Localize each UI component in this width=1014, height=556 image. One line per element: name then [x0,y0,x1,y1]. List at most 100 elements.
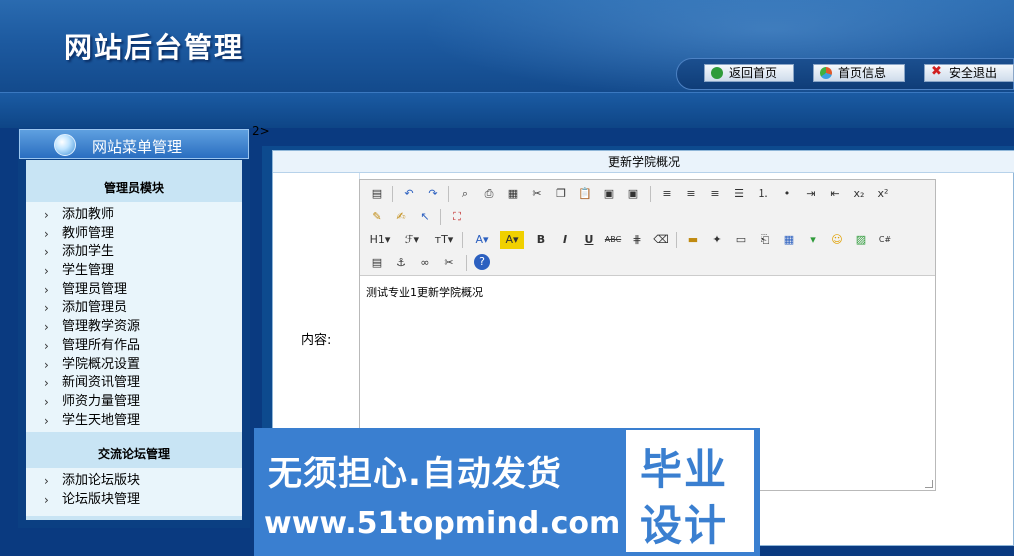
sidebar-body: 管理员模块 添加教师 教师管理 添加学生 学生管理 管理员管理 添加管理员 管理… [26,160,242,520]
panel-title: 更新学院概况 [273,151,1014,173]
menu-item-all-works[interactable]: 管理所有作品 [26,337,242,356]
menu-item-teacher-manage[interactable]: 教师管理 [26,225,242,244]
font-family-icon[interactable]: ℱ▾ [400,231,424,249]
admin-menu-list: 添加教师 教师管理 添加学生 学生管理 管理员管理 添加管理员 管理教学资源 管… [26,202,242,432]
emoticon-icon[interactable]: ☺ [828,231,846,249]
paste-word-icon[interactable]: ▣ [624,185,642,203]
pie-chart-icon [820,67,832,79]
toolbar-separator [448,186,449,202]
header-band [0,92,1014,128]
undo-icon[interactable]: ↶ [400,185,418,203]
homepage-info-label: 首页信息 [838,66,887,80]
toolbar-separator [440,209,441,225]
underline-icon[interactable]: U [580,231,598,249]
strikethrough-icon[interactable]: ABC [604,231,622,249]
insert-flash-icon[interactable]: ✦ [708,231,726,249]
image-manager-icon[interactable]: ▨ [852,231,870,249]
page-break-icon[interactable]: ▤ [368,254,386,272]
table-icon[interactable]: ▦ [780,231,798,249]
watermark-slogan: 无须担心.自动发货 [268,454,562,494]
menu-item-news-manage[interactable]: 新闻资讯管理 [26,374,242,393]
template-icon[interactable]: ▦ [504,185,522,203]
horizontal-line-icon[interactable]: ▾ [804,231,822,249]
toolbar-separator [462,232,463,248]
superscript-icon[interactable]: x² [874,185,892,203]
site-title: 网站后台管理 [64,31,245,64]
align-left-icon[interactable]: ≡ [658,185,676,203]
fullscreen-icon[interactable]: ⛶ [448,208,466,226]
watermark-logo-box: 毕业 设计 [626,430,754,552]
watermark-banner: 无须担心.自动发货 www.51topmind.com 毕业 设计 [254,428,760,556]
watermark-logo-line1: 毕业 [640,445,729,494]
redo-icon[interactable]: ↷ [424,185,442,203]
toolbar-separator [650,186,651,202]
paste-icon[interactable]: 📋 [576,185,594,203]
menu-item-add-student[interactable]: 添加学生 [26,243,242,262]
forum-menu-list: 添加论坛版块 论坛版块管理 [26,468,242,516]
menu-item-admin-manage[interactable]: 管理员管理 [26,281,242,300]
resize-handle[interactable] [925,480,933,488]
menu-item-teaching-resources[interactable]: 管理教学资源 [26,318,242,337]
stray-text: 2> [252,124,270,138]
home-button-label: 返回首页 [729,66,778,80]
menu-item-add-admin[interactable]: 添加管理员 [26,299,242,318]
format-grid-icon[interactable]: ⋕ [628,231,646,249]
sidebar: 网站菜单管理 管理员模块 添加教师 教师管理 添加学生 学生管理 管理员管理 添… [18,128,250,528]
globe-icon [54,134,76,156]
align-center-icon[interactable]: ≡ [682,185,700,203]
paste-text-icon[interactable]: ▣ [600,185,618,203]
toolbar-separator [676,232,677,248]
editor-toolbar: ▤ ↶ ↷ ⌕ ⎙ ▦ ✂ ❐ 📋 ▣ ▣ ≡ ≡ ≡ ☰ ⒈ • ⇥ ⇤ x₂… [360,180,935,276]
menu-item-student-world[interactable]: 学生天地管理 [26,412,242,431]
align-right-icon[interactable]: ≡ [706,185,724,203]
menu-item-forum-section-manage[interactable]: 论坛版块管理 [26,491,242,510]
menu-item-add-forum-section[interactable]: 添加论坛版块 [26,472,242,491]
font-size-icon[interactable]: тT▾ [432,231,456,249]
close-icon: ✖ [931,64,942,79]
heading-icon[interactable]: H1▾ [368,231,392,249]
menu-item-college-overview[interactable]: 学院概况设置 [26,356,242,375]
highlight-color-icon[interactable]: A▾ [500,231,524,249]
copy-icon[interactable]: ❐ [552,185,570,203]
sidebar-title: 网站菜单管理 [92,138,183,156]
anchor-icon[interactable]: ⚓ [392,254,410,272]
watermark-logo-line2: 设计 [640,501,729,550]
unordered-list-icon[interactable]: • [778,185,796,203]
source-code-icon[interactable]: ▤ [368,185,386,203]
align-justify-icon[interactable]: ☰ [730,185,748,203]
watermark-url: www.51topmind.com [264,506,621,541]
link-icon[interactable]: ∞ [416,254,434,272]
select-all-icon[interactable]: ✍ [392,208,410,226]
menu-item-add-teacher[interactable]: 添加教师 [26,206,242,225]
insert-media-icon[interactable]: ▭ [732,231,750,249]
subscript-icon[interactable]: x₂ [850,185,868,203]
home-button[interactable]: 返回首页 [704,64,794,82]
module-title-forum: 交流论坛管理 [97,447,170,461]
insert-image-icon[interactable]: ▬ [684,231,702,249]
outdent-icon[interactable]: ⇤ [826,185,844,203]
sidebar-header: 网站菜单管理 [19,129,249,159]
toolbar-separator [466,255,467,271]
editor-content[interactable]: 测试专业1更新学院概况 [366,284,483,300]
ordered-list-icon[interactable]: ⒈ [754,185,772,203]
eraser-icon[interactable]: ⌫ [652,231,670,249]
font-color-icon[interactable]: A▾ [470,231,494,249]
home-icon [711,67,723,79]
print-icon[interactable]: ⎙ [480,185,498,203]
clear-format-icon[interactable]: ✎ [368,208,386,226]
italic-icon[interactable]: I [556,231,574,249]
bold-icon[interactable]: B [532,231,550,249]
code-block-icon[interactable]: C# [876,231,894,249]
preview-icon[interactable]: ⌕ [456,185,474,203]
toolbar-separator [392,186,393,202]
attachment-icon[interactable]: ⎗ [756,231,774,249]
cut-icon[interactable]: ✂ [528,185,546,203]
unlink-icon[interactable]: ✂ [440,254,458,272]
menu-item-faculty-manage[interactable]: 师资力量管理 [26,393,242,412]
homepage-info-button[interactable]: 首页信息 [813,64,905,82]
indent-icon[interactable]: ⇥ [802,185,820,203]
pointer-icon[interactable]: ↖ [416,208,434,226]
help-icon[interactable]: ? [474,254,490,270]
logout-button[interactable]: ✖ 安全退出 [924,64,1014,82]
menu-item-student-manage[interactable]: 学生管理 [26,262,242,281]
